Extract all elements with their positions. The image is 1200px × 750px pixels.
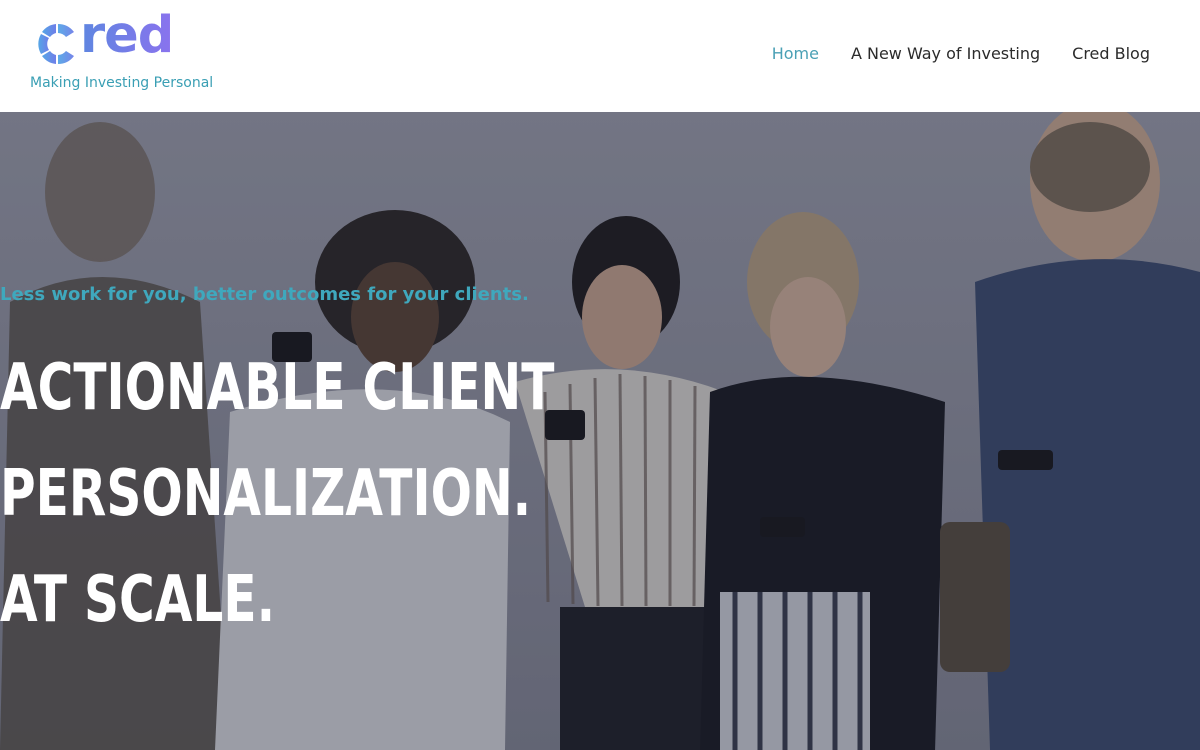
main-navigation: Home A New Way of Investing Cred Blog [772,43,1150,65]
hero-kicker-text: Less work for you, better outcomes for y… [0,284,529,305]
hero-headline: Actionable Client Personalization. At Sc… [0,335,554,653]
hero-section: Less work for you, better outcomes for y… [0,112,1200,750]
nav-link-cred-blog[interactable]: Cred Blog [1072,43,1150,65]
hero-headline-line-3: At Scale. [0,563,276,637]
nav-link-home[interactable]: Home [772,43,819,65]
site-header: red Making Investing Personal Home A New… [0,0,1200,112]
nav-link-new-way-of-investing[interactable]: A New Way of Investing [851,43,1040,65]
hero-headline-line-2: Personalization. [0,457,532,531]
brand-logo-link[interactable]: red Making Investing Personal [30,10,230,98]
logo-wordmark: red [80,6,174,65]
segmented-ring-logo-icon [38,24,74,64]
hero-headline-line-1: Actionable Client [0,351,555,425]
brand-tagline: Making Investing Personal [30,75,214,91]
